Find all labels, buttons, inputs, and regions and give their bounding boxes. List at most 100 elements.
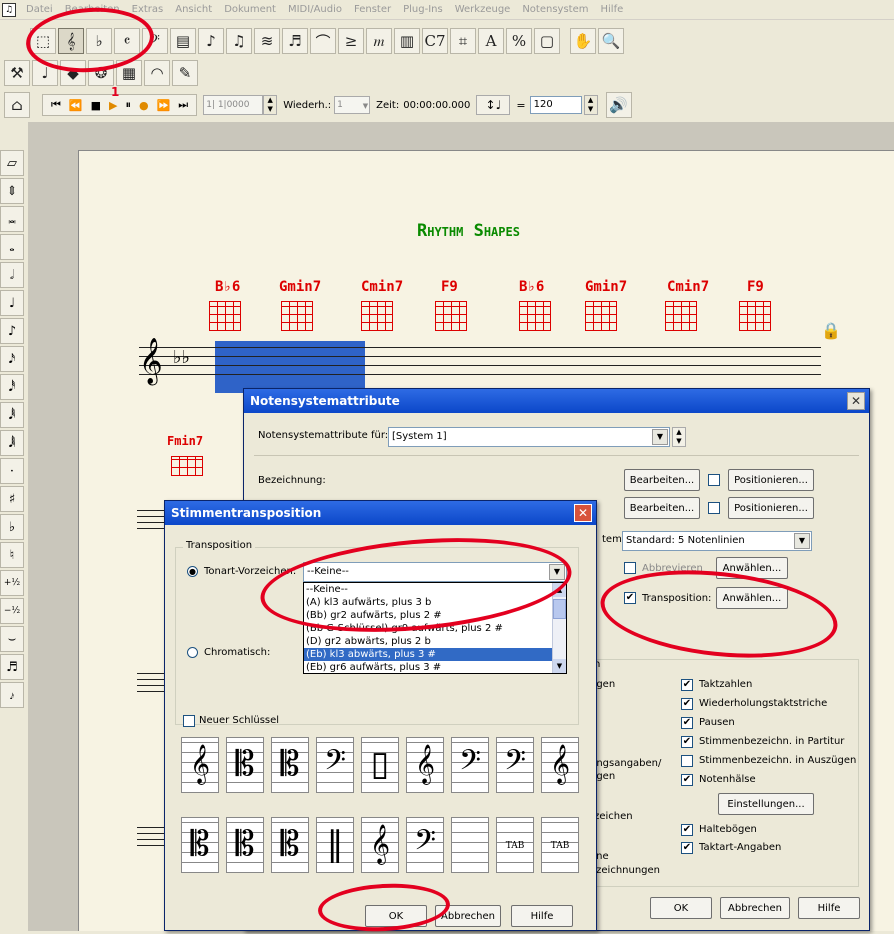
menu-fenster[interactable]: Fenster (348, 4, 397, 15)
list-item-selected[interactable]: (Eb) kl3 abwärts, plus 3 # (304, 648, 566, 661)
breve-icon[interactable]: 𝅜 (0, 206, 24, 232)
lyrics-tool-icon[interactable]: ♬ (282, 28, 308, 54)
repeat-tool-icon[interactable]: ▥ (394, 28, 420, 54)
clef-option[interactable]: 𝄞 (361, 817, 399, 873)
help-button[interactable]: Hilfe (511, 905, 573, 927)
position-abbrev-button[interactable]: Positionieren... (728, 497, 814, 519)
names-in-parts-checkbox[interactable] (681, 755, 693, 767)
close-icon[interactable]: ✕ (847, 392, 865, 410)
play-icon[interactable]: ▶ 1 (109, 85, 119, 112)
hundred-twenty-eighth-note-icon[interactable]: 𝅘𝅥𝅲 (0, 430, 24, 456)
position-abbrev-checkbox[interactable] (708, 502, 720, 514)
rewind-icon[interactable]: ⏪ (69, 99, 83, 112)
repeat-select[interactable]: 1 ▼ (334, 96, 371, 114)
clef-option[interactable]: TAB (541, 817, 579, 873)
page-layout-tool-icon[interactable]: ▢ (534, 28, 560, 54)
clef-option[interactable]: 𝄡 (271, 737, 309, 793)
measure-counter-field[interactable]: 1| 1|0000 (203, 95, 264, 115)
simple-entry-tool-icon[interactable]: ♪ (198, 28, 224, 54)
clef-option[interactable]: 𝄡 (226, 817, 264, 873)
staff-system-2[interactable] (137, 506, 167, 534)
clef-option[interactable]: 𝄢 (451, 737, 489, 793)
record-icon[interactable]: ● (139, 99, 149, 112)
abbreviate-checkbox[interactable] (624, 562, 636, 574)
chord-symbol[interactable]: B♭6 (519, 279, 544, 295)
clef-option[interactable]: 𝄢 (316, 737, 354, 793)
quarter-note-icon[interactable]: ♩ (0, 290, 24, 316)
position-name-checkbox[interactable] (708, 474, 720, 486)
cancel-button[interactable]: Abbrechen (720, 897, 790, 919)
menu-plugins[interactable]: Plug-Ins (397, 4, 449, 15)
key-signature-radio[interactable]: ● (187, 566, 198, 577)
menu-ansicht[interactable]: Ansicht (169, 4, 218, 15)
tuplet-tool-icon[interactable]: ≋ (254, 28, 280, 54)
menu-hilfe[interactable]: Hilfe (595, 4, 630, 15)
clef-option[interactable]: 𝄞 (541, 737, 579, 793)
measure-tool-icon[interactable]: ▤ (170, 28, 196, 54)
list-item[interactable]: (Eb) gr6 aufwärts, plus 3 # (304, 661, 566, 674)
forward-end-icon[interactable]: ⏭ (178, 98, 188, 112)
staff-system-4[interactable] (137, 823, 167, 851)
scroll-down-icon[interactable]: ▼ (553, 659, 566, 673)
help-button[interactable]: Hilfe (798, 897, 860, 919)
menu-datei[interactable]: Datei (20, 4, 59, 15)
ties-checkbox[interactable]: ✔ (681, 824, 693, 836)
clef-option[interactable]: 𝄢 (496, 737, 534, 793)
measure-numbers-checkbox[interactable]: ✔ (681, 679, 693, 691)
chord-symbol[interactable]: F9 (747, 279, 764, 295)
menu-dokument[interactable]: Dokument (218, 4, 282, 15)
resize-tool-icon[interactable]: % (506, 28, 532, 54)
chord-symbol[interactable]: F9 (441, 279, 458, 295)
edit-abbrev-button[interactable]: Bearbeiten... (624, 497, 700, 519)
staff-system-1[interactable] (139, 347, 821, 383)
clef-option[interactable] (451, 817, 489, 873)
articulation-tool-icon[interactable]: ≥ (338, 28, 364, 54)
settings-button[interactable]: Einstellungen... (718, 793, 814, 815)
staff-system-3[interactable] (137, 669, 167, 697)
half-step-up-icon[interactable]: +½ (0, 570, 24, 596)
chord-symbol[interactable]: Cmin7 (361, 279, 403, 295)
chord-tool-icon[interactable]: C7 (422, 28, 448, 54)
midi-tool-icon[interactable]: ✎ (172, 60, 198, 86)
thirty-second-note-icon[interactable]: 𝅘𝅥𝅰 (0, 374, 24, 400)
tempo-spinner[interactable]: ▲ ▼ (583, 95, 598, 115)
repeat-barlines-checkbox[interactable]: ✔ (681, 698, 693, 710)
playback-settings-icon[interactable]: ⌂ (4, 92, 30, 118)
clef-option[interactable]: ▯ (361, 737, 399, 793)
clef-option[interactable]: 𝄞 (406, 737, 444, 793)
counter-spinner[interactable]: ▲ ▼ (263, 95, 278, 115)
chromatic-radio[interactable] (187, 647, 198, 658)
tempo-note-select[interactable]: ↕♩ (476, 95, 511, 115)
flat-icon[interactable]: ♭ (0, 514, 24, 540)
pause-icon[interactable]: ⏸ (125, 98, 131, 112)
clef-option[interactable]: 𝄢 (406, 817, 444, 873)
rewind-start-icon[interactable]: ⏮ (51, 98, 61, 112)
half-note-icon[interactable]: 𝅗𝅥 (0, 262, 24, 288)
grace-note-icon[interactable]: 𝆔 (0, 682, 24, 708)
names-in-score-checkbox[interactable]: ✔ (681, 736, 693, 748)
half-step-down-icon[interactable]: −½ (0, 598, 24, 624)
time-signatures-checkbox[interactable]: ✔ (681, 842, 693, 854)
edit-name-button[interactable]: Bearbeiten... (624, 469, 700, 491)
list-item[interactable]: (D) gr2 abwärts, plus 2 b (304, 635, 566, 648)
clef-option[interactable]: TAB (496, 817, 534, 873)
hammer-icon[interactable]: ⚒ (4, 60, 30, 86)
whole-note-icon[interactable]: 𝅝 (0, 234, 24, 260)
speaker-icon[interactable]: 🔊 (605, 92, 632, 118)
position-name-button[interactable]: Positionieren... (728, 469, 814, 491)
rests-checkbox[interactable]: ✔ (681, 717, 693, 729)
staff-spinner[interactable]: ▲ ▼ (672, 427, 686, 447)
tempo-input[interactable]: 120 (529, 96, 582, 114)
new-clef-checkbox[interactable] (183, 715, 195, 727)
staff-select[interactable]: [System 1] ▼ (388, 427, 670, 447)
speedy-entry-tool-icon[interactable]: ♫ (226, 28, 252, 54)
chord-symbol[interactable]: B♭6 (215, 279, 240, 295)
dot-icon[interactable]: · (0, 458, 24, 484)
eighth-note-icon[interactable]: ♪ (0, 318, 24, 344)
lock-icon[interactable]: 🔒 (821, 321, 841, 340)
smart-shape-tool-icon[interactable]: ⌒ (310, 28, 336, 54)
menu-werkzeuge[interactable]: Werkzeuge (449, 4, 517, 15)
fast-forward-icon[interactable]: ⏩ (157, 99, 171, 112)
chord-symbol[interactable]: Fmin7 (167, 434, 203, 448)
up-down-icon[interactable]: ⇕ (0, 178, 24, 204)
